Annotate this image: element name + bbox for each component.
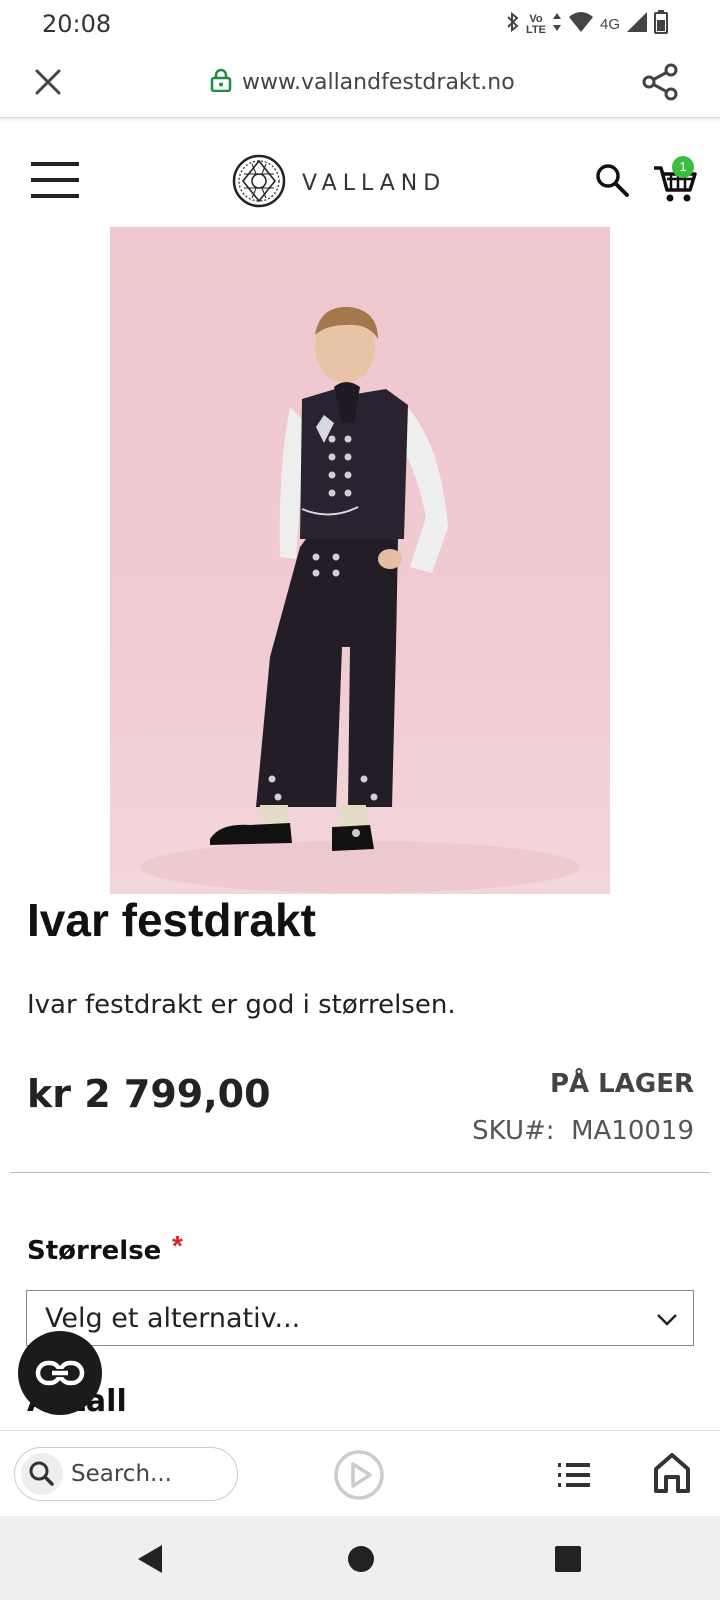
wifi-icon [568,11,594,38]
list-icon[interactable] [554,1455,594,1495]
status-bar: 20:08 Vo LTE 4G [0,0,720,50]
browser-toolbar: www.vallandfestdrakt.no [0,50,720,118]
recent-apps-icon[interactable] [555,1546,581,1572]
lte-label: LTE [526,23,546,36]
product-sku: SKU#: MA10019 [472,1116,694,1146]
home-circle-icon[interactable] [348,1546,374,1572]
menu-icon[interactable] [30,160,80,200]
product-photo-illustration [140,306,580,893]
url-field[interactable]: www.vallandfestdrakt.no [210,68,515,97]
search-icon[interactable] [594,162,630,198]
signal-icon [626,11,648,38]
search-placeholder: Search... [71,1461,172,1487]
chevron-down-icon [655,1307,679,1331]
cart-button[interactable]: 1 [652,154,698,204]
status-time: 20:08 [42,10,112,38]
bluetooth-icon [506,11,520,38]
cart-badge: 1 [672,156,694,178]
close-icon[interactable] [30,64,66,100]
url-text: www.vallandfestdrakt.no [242,70,515,95]
data-arrows-icon [552,11,562,38]
required-marker: * [172,1230,183,1261]
status-icons: Vo LTE 4G [506,10,668,39]
product-description: Ivar festdrakt er god i størrelsen. [27,990,456,1020]
home-icon[interactable] [652,1451,692,1495]
site-header: VALLAND 1 [0,140,720,220]
bottom-toolbar: Search... [0,1430,720,1516]
search-icon [21,1453,63,1495]
product-image[interactable] [110,227,610,894]
logo-icon [232,154,286,213]
size-label: Størrelse [27,1236,162,1266]
network-type: 4G [599,16,620,33]
product-price: kr 2 799,00 [27,1072,271,1116]
site-logo[interactable]: VALLAND [232,154,446,213]
product-title: Ivar festdrakt [27,894,316,946]
system-nav-bar [0,1516,720,1600]
stock-status: PÅ LAGER [549,1069,694,1099]
divider [10,1172,710,1173]
size-select[interactable]: Velg et alternativ... [26,1290,694,1346]
share-icon[interactable] [640,62,680,102]
brand-name: VALLAND [302,171,447,196]
glasses-icon [35,1360,85,1386]
volte-icon: Vo LTE [526,13,546,36]
battery-icon [654,10,668,39]
reader-mode-button[interactable] [18,1331,102,1415]
play-icon[interactable] [333,1449,385,1501]
lock-icon [210,68,232,97]
search-input[interactable]: Search... [14,1447,238,1501]
back-icon[interactable] [134,1542,168,1576]
size-select-value: Velg et alternativ... [45,1303,301,1334]
